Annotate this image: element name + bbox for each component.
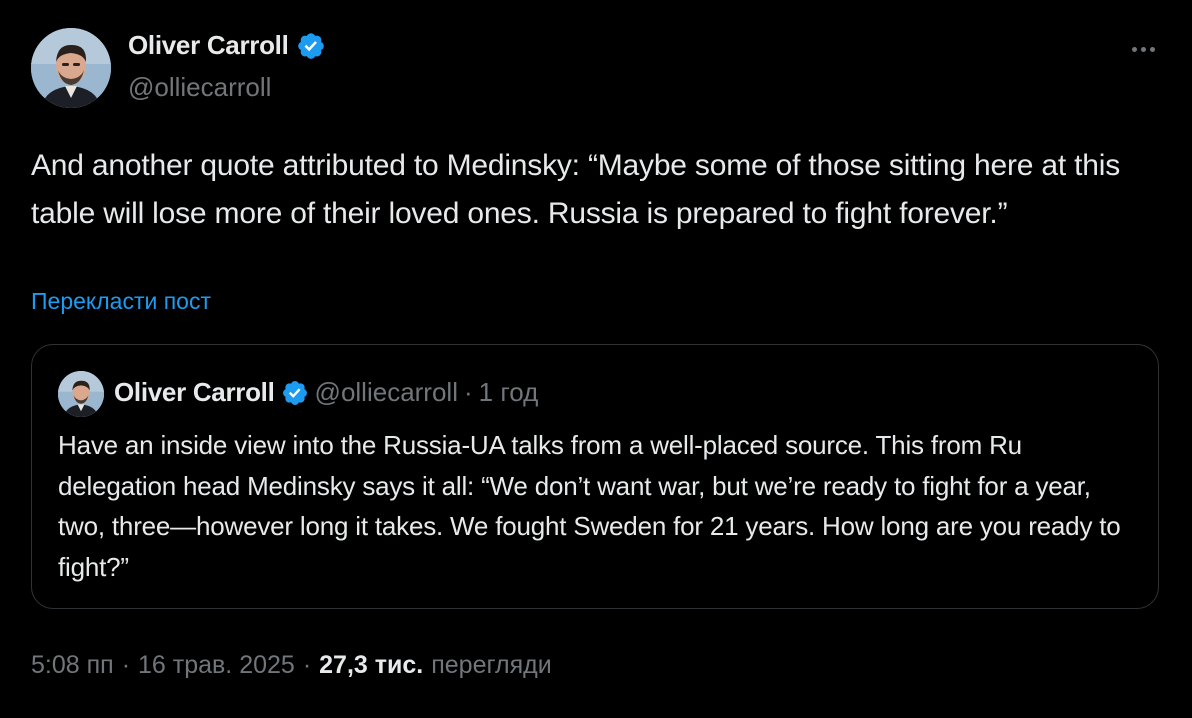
quoted-post-card[interactable]: Oliver Carroll @olliecarroll · 1 год Hav… [31, 344, 1159, 609]
verified-badge-icon [281, 379, 309, 407]
more-horizontal-icon [1131, 46, 1137, 52]
quoted-author-avatar[interactable] [58, 371, 104, 417]
more-options-button[interactable] [1126, 34, 1160, 64]
quoted-author-display-name[interactable]: Oliver Carroll [114, 377, 275, 408]
quoted-author-handle[interactable]: @olliecarroll [315, 377, 458, 408]
views-count[interactable]: 27,3 тис. [319, 651, 423, 680]
author-display-name[interactable]: Oliver Carroll [128, 30, 289, 61]
post-time[interactable]: 5:08 пп [31, 651, 114, 680]
quoted-separator: · [463, 377, 473, 407]
meta-separator: · [121, 651, 131, 679]
author-avatar[interactable] [31, 28, 111, 108]
author-name-row: Oliver Carroll [128, 30, 326, 61]
meta-separator: · [302, 651, 312, 679]
more-horizontal-icon-dot [1140, 46, 1146, 52]
post-text: And another quote attributed to Medinsky… [31, 149, 1121, 230]
quoted-avatar-image [58, 371, 104, 417]
post-meta: 5:08 пп · 16 трав. 2025 · 27,3 тис. пере… [31, 651, 552, 680]
translate-post-link[interactable]: Перекласти пост [31, 288, 211, 315]
more-horizontal-icon-dot [1149, 46, 1155, 52]
author-handle[interactable]: @olliecarroll [128, 72, 271, 103]
verified-badge-icon[interactable] [296, 31, 326, 61]
views-label: перегляди [431, 651, 552, 679]
quoted-post-time[interactable]: 1 год [479, 377, 539, 408]
avatar-image [31, 28, 111, 108]
post-date[interactable]: 16 трав. 2025 [138, 651, 295, 680]
quoted-post-header: Oliver Carroll @olliecarroll · 1 год [114, 377, 538, 408]
quoted-post-text: Have an inside view into the Russia-UA t… [58, 430, 1121, 582]
